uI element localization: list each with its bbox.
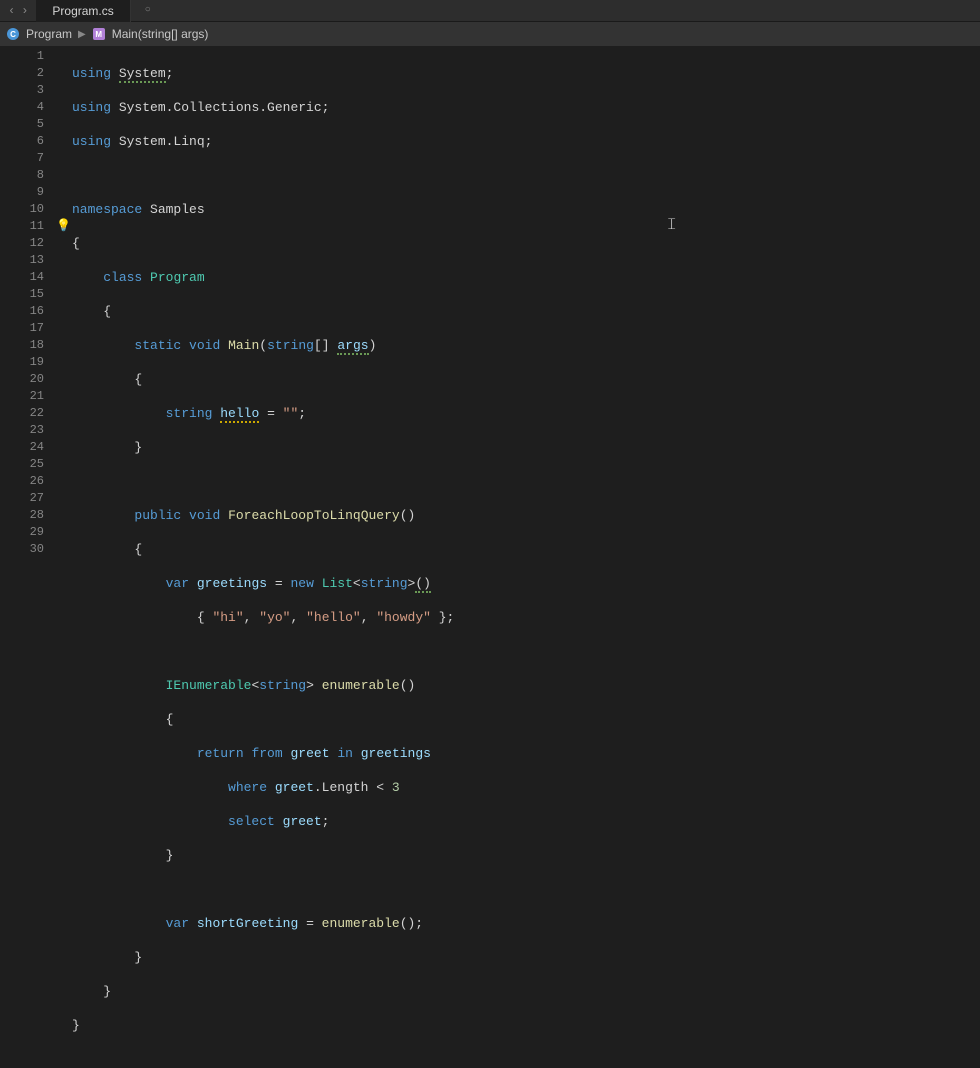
method-icon: M bbox=[92, 27, 106, 41]
nav-forward-icon[interactable]: › bbox=[21, 4, 28, 18]
tab-preview-icon[interactable]: ○ bbox=[131, 5, 165, 16]
code-line: } bbox=[72, 983, 980, 1000]
code-editor[interactable]: 1 2 3 4 5 6 7 8 9 10 11 12 13 14 15 16 1… bbox=[0, 46, 980, 551]
code-line: } bbox=[72, 949, 980, 966]
line-number: 3 bbox=[18, 82, 44, 99]
tab-program-cs[interactable]: Program.cs bbox=[36, 0, 130, 22]
breadcrumb-method[interactable]: Main(string[] args) bbox=[112, 27, 209, 41]
line-number: 11 bbox=[18, 218, 44, 235]
breadcrumb-class[interactable]: Program bbox=[26, 27, 72, 41]
code-line: { bbox=[72, 711, 980, 728]
code-line: var shortGreeting = enumerable(); bbox=[72, 915, 980, 932]
class-icon: C bbox=[6, 27, 20, 41]
line-number: 14 bbox=[18, 269, 44, 286]
gutter-icons: 💡 bbox=[54, 46, 72, 551]
line-number: 23 bbox=[18, 422, 44, 439]
line-number: 25 bbox=[18, 456, 44, 473]
code-line: using System.Collections.Generic; bbox=[72, 99, 980, 116]
line-number: 26 bbox=[18, 473, 44, 490]
line-number: 20 bbox=[18, 371, 44, 388]
tab-title: Program.cs bbox=[52, 4, 113, 18]
code-line: { bbox=[72, 235, 980, 252]
code-line: var greetings = new List<string>() bbox=[72, 575, 980, 592]
code-line: } bbox=[72, 847, 980, 864]
line-number: 13 bbox=[18, 252, 44, 269]
code-line bbox=[72, 167, 980, 184]
code-content[interactable]: using System; using System.Collections.G… bbox=[72, 46, 980, 551]
line-number: 24 bbox=[18, 439, 44, 456]
line-number: 10 bbox=[18, 201, 44, 218]
tab-bar: ‹ › Program.cs ○ bbox=[0, 0, 980, 22]
code-line: using System.Linq; bbox=[72, 133, 980, 150]
line-number: 2 bbox=[18, 65, 44, 82]
code-line: static void Main(string[] args) bbox=[72, 337, 980, 354]
code-line: public void ForeachLoopToLinqQuery() bbox=[72, 507, 980, 524]
line-number: 18 bbox=[18, 337, 44, 354]
line-number: 21 bbox=[18, 388, 44, 405]
line-number: 12 bbox=[18, 235, 44, 252]
code-line: } bbox=[72, 439, 980, 456]
code-line: return from greet in greetings bbox=[72, 745, 980, 762]
code-line: { bbox=[72, 371, 980, 388]
lightbulb-icon[interactable]: 💡 bbox=[56, 218, 71, 233]
line-number: 1 bbox=[18, 48, 44, 65]
code-line: { bbox=[72, 541, 980, 558]
line-number: 15 bbox=[18, 286, 44, 303]
line-number: 16 bbox=[18, 303, 44, 320]
code-line: { "hi", "yo", "hello", "howdy" }; bbox=[72, 609, 980, 626]
line-number: 9 bbox=[18, 184, 44, 201]
code-line: IEnumerable<string> enumerable() bbox=[72, 677, 980, 694]
code-line: using System; bbox=[72, 65, 980, 82]
line-number: 4 bbox=[18, 99, 44, 116]
code-line: } bbox=[72, 1017, 980, 1034]
line-number: 7 bbox=[18, 150, 44, 167]
line-number: 6 bbox=[18, 133, 44, 150]
code-line: namespace Samples bbox=[72, 201, 980, 218]
line-number: 30 bbox=[18, 541, 44, 558]
line-number: 8 bbox=[18, 167, 44, 184]
line-number: 5 bbox=[18, 116, 44, 133]
gutter-margin bbox=[0, 46, 18, 551]
breadcrumb-bar: C Program ▶ M Main(string[] args) bbox=[0, 22, 980, 46]
code-line: select greet; bbox=[72, 813, 980, 830]
code-line: string hello = ""; bbox=[72, 405, 980, 422]
line-number: 17 bbox=[18, 320, 44, 337]
line-number: 29 bbox=[18, 524, 44, 541]
code-line: where greet.Length < 3 bbox=[72, 779, 980, 796]
code-line bbox=[72, 473, 980, 490]
code-line bbox=[72, 881, 980, 898]
nav-back-icon[interactable]: ‹ bbox=[8, 4, 15, 18]
nav-arrows: ‹ › bbox=[0, 4, 36, 18]
line-number: 27 bbox=[18, 490, 44, 507]
code-line bbox=[72, 643, 980, 660]
code-line: { bbox=[72, 303, 980, 320]
line-number: 28 bbox=[18, 507, 44, 524]
line-number: 22 bbox=[18, 405, 44, 422]
line-number-gutter: 1 2 3 4 5 6 7 8 9 10 11 12 13 14 15 16 1… bbox=[18, 46, 54, 551]
code-line: class Program bbox=[72, 269, 980, 286]
line-number: 19 bbox=[18, 354, 44, 371]
chevron-right-icon: ▶ bbox=[78, 29, 86, 40]
